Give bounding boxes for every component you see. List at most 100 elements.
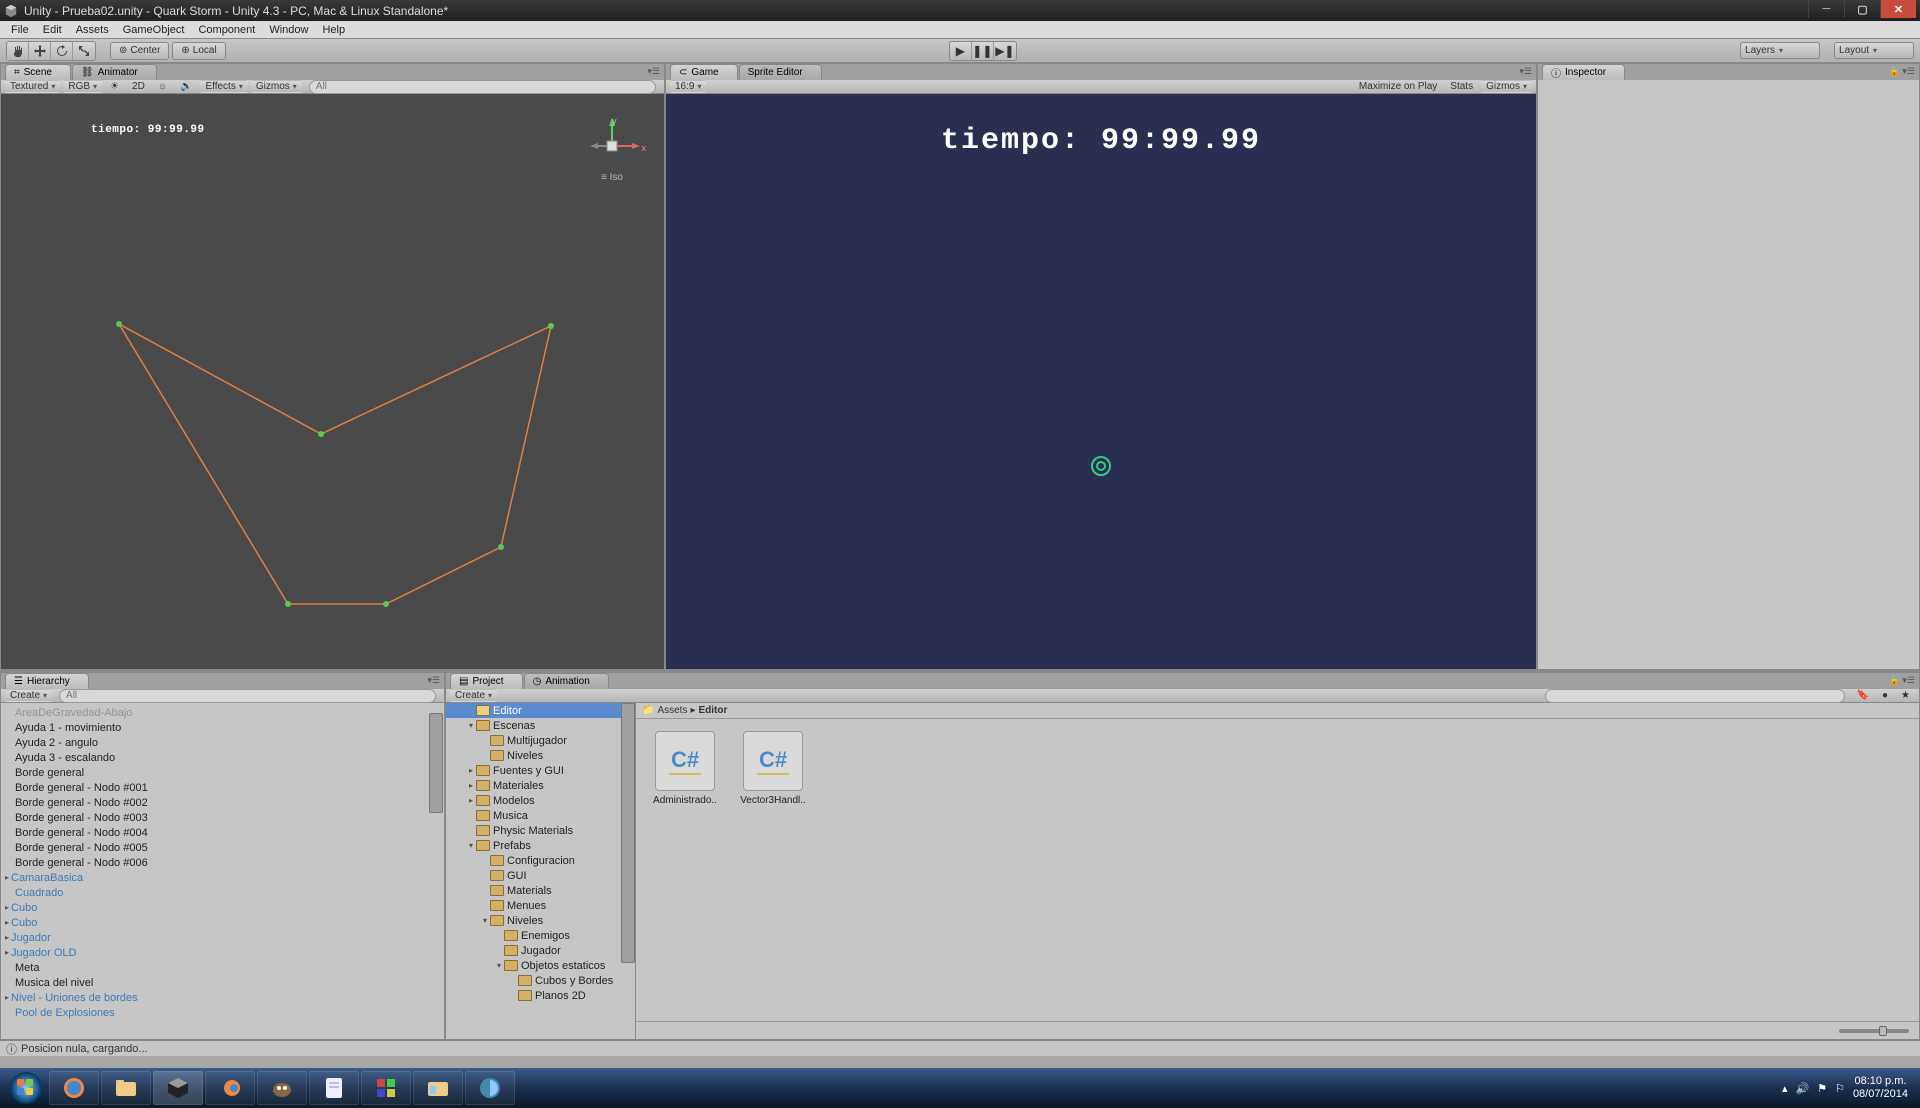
menu-window[interactable]: Window <box>262 21 315 38</box>
project-tree[interactable]: EditorEscenasMultijugadorNivelesFuentes … <box>446 703 636 1039</box>
hierarchy-item[interactable]: Pool de Explosiones <box>1 1005 444 1020</box>
search-filter-icon[interactable]: 🔖 <box>1852 689 1874 702</box>
tray-network-icon[interactable]: ⚑ <box>1817 1082 1827 1095</box>
panel-options-icon[interactable]: ▾☰ <box>1519 66 1532 77</box>
scene-gizmos[interactable]: Gizmos <box>251 80 302 93</box>
tray-action-icon[interactable]: ⚐ <box>1835 1082 1845 1095</box>
tree-item[interactable]: Physic Materials <box>446 823 635 838</box>
hierarchy-item[interactable]: Cuadrado <box>1 885 444 900</box>
hierarchy-item[interactable]: Musica del nivel <box>1 975 444 990</box>
hierarchy-tab[interactable]: ☰Hierarchy <box>5 673 89 689</box>
hierarchy-item[interactable]: Borde general - Nodo #002 <box>1 795 444 810</box>
tree-item[interactable]: Niveles <box>446 913 635 928</box>
hierarchy-item[interactable]: Borde general - Nodo #001 <box>1 780 444 795</box>
layers-dropdown[interactable]: Layers <box>1740 42 1820 59</box>
scene-rgb-mode[interactable]: RGB <box>63 80 102 93</box>
menu-component[interactable]: Component <box>191 21 262 38</box>
maximize-on-play[interactable]: Maximize on Play <box>1354 80 1442 93</box>
panel-options-icon[interactable]: ▾☰ <box>427 675 440 686</box>
hierarchy-item[interactable]: Borde general - Nodo #006 <box>1 855 444 870</box>
project-tree-scrollbar[interactable] <box>621 703 635 963</box>
asset-item[interactable]: C#Administrado.. <box>648 731 722 1009</box>
minimize-button[interactable]: ─ <box>1808 0 1844 18</box>
tree-item[interactable]: Materials <box>446 883 635 898</box>
hierarchy-item[interactable]: Borde general - Nodo #003 <box>1 810 444 825</box>
hierarchy-item[interactable]: CamaraBasica <box>1 870 444 885</box>
pivot-local-button[interactable]: ⊕ Local <box>172 42 225 60</box>
hierarchy-item[interactable]: Jugador OLD <box>1 945 444 960</box>
scene-fx-toggle[interactable]: ☼ <box>153 80 172 93</box>
hierarchy-list[interactable]: AreaDeGravedad-AbajoAyuda 1 - movimiento… <box>1 703 444 1039</box>
pause-button[interactable]: ❚❚ <box>972 42 994 60</box>
tree-item[interactable]: Escenas <box>446 718 635 733</box>
panel-options-icon[interactable]: 🔒 ▾☰ <box>1889 66 1915 77</box>
menu-file[interactable]: File <box>4 21 36 38</box>
scene-viewport[interactable]: tiempo: 99:99.99 y x ≡ Iso <box>1 94 664 669</box>
panel-options-icon[interactable]: ▾☰ <box>647 66 660 77</box>
rotate-tool[interactable] <box>51 42 73 60</box>
tree-item[interactable]: Modelos <box>446 793 635 808</box>
project-create[interactable]: Create <box>450 689 497 702</box>
tray-volume-icon[interactable]: 🔊 <box>1795 1082 1809 1095</box>
taskbar-firefox[interactable] <box>49 1071 99 1105</box>
hierarchy-item[interactable]: Nivel - Uniones de bordes <box>1 990 444 1005</box>
hierarchy-create[interactable]: Create <box>5 689 52 702</box>
taskbar-unity[interactable] <box>153 1071 203 1105</box>
tree-item[interactable]: GUI <box>446 868 635 883</box>
tree-item[interactable]: Objetos estaticos <box>446 958 635 973</box>
search-save-icon[interactable]: ★ <box>1896 689 1915 702</box>
hierarchy-scrollbar[interactable] <box>429 713 443 813</box>
animation-tab[interactable]: ◷Animation <box>524 673 609 689</box>
scale-tool[interactable] <box>73 42 95 60</box>
step-button[interactable]: ▶❚ <box>994 42 1016 60</box>
hierarchy-item[interactable]: Borde general - Nodo #005 <box>1 840 444 855</box>
project-search[interactable] <box>1545 689 1845 703</box>
menu-gameobject[interactable]: GameObject <box>116 21 192 38</box>
taskbar-notepad[interactable] <box>309 1071 359 1105</box>
play-button[interactable]: ▶ <box>950 42 972 60</box>
search-type-icon[interactable]: ● <box>1877 689 1893 702</box>
taskbar-explorer[interactable] <box>101 1071 151 1105</box>
tree-item[interactable]: Jugador <box>446 943 635 958</box>
hierarchy-item[interactable]: Ayuda 3 - escalando <box>1 750 444 765</box>
scene-lighting-toggle[interactable]: ☀ <box>105 80 124 93</box>
maximize-button[interactable]: ▢ <box>1844 0 1880 18</box>
animator-tab[interactable]: ⛓Animator <box>72 64 157 80</box>
hierarchy-item[interactable]: Ayuda 1 - movimiento <box>1 720 444 735</box>
taskbar-app2[interactable] <box>413 1071 463 1105</box>
inspector-tab[interactable]: ⓘInspector <box>1542 64 1625 80</box>
move-tool[interactable] <box>29 42 51 60</box>
hierarchy-item[interactable]: AreaDeGravedad-Abajo <box>1 705 444 720</box>
menu-edit[interactable]: Edit <box>36 21 69 38</box>
scene-audio-toggle[interactable]: 🔊 <box>175 80 197 93</box>
hierarchy-item[interactable]: Borde general <box>1 765 444 780</box>
asset-item[interactable]: C#Vector3Handl.. <box>736 731 810 1009</box>
tree-item[interactable]: Cubos y Bordes <box>446 973 635 988</box>
tree-item[interactable]: Musica <box>446 808 635 823</box>
tree-item[interactable]: Niveles <box>446 748 635 763</box>
taskbar-gimp[interactable] <box>257 1071 307 1105</box>
tree-item[interactable]: Configuracion <box>446 853 635 868</box>
hierarchy-item[interactable]: Cubo <box>1 915 444 930</box>
scene-tab[interactable]: ⌗Scene <box>5 64 71 80</box>
scene-render-mode[interactable]: Textured <box>5 80 60 93</box>
tree-item[interactable]: Multijugador <box>446 733 635 748</box>
menu-assets[interactable]: Assets <box>69 21 116 38</box>
scene-2d-toggle[interactable]: 2D <box>127 80 150 93</box>
tree-item[interactable]: Planos 2D <box>446 988 635 1003</box>
taskbar-app3[interactable] <box>465 1071 515 1105</box>
hierarchy-item[interactable]: Jugador <box>1 930 444 945</box>
scene-effects[interactable]: Effects <box>200 80 247 93</box>
scene-search[interactable] <box>309 80 656 94</box>
game-viewport[interactable]: tiempo: 99:99.99 <box>666 94 1536 669</box>
sprite-editor-tab[interactable]: Sprite Editor <box>739 64 822 80</box>
project-tab[interactable]: ▤Project <box>450 673 523 689</box>
panel-options-icon[interactable]: 🔒 ▾☰ <box>1889 675 1915 686</box>
game-stats[interactable]: Stats <box>1445 80 1478 93</box>
tree-item[interactable]: Enemigos <box>446 928 635 943</box>
tree-item[interactable]: Prefabs <box>446 838 635 853</box>
menu-help[interactable]: Help <box>315 21 352 38</box>
system-clock[interactable]: 08:10 p.m.08/07/2014 <box>1853 1075 1908 1101</box>
hierarchy-item[interactable]: Borde general - Nodo #004 <box>1 825 444 840</box>
hand-tool[interactable] <box>7 42 29 60</box>
